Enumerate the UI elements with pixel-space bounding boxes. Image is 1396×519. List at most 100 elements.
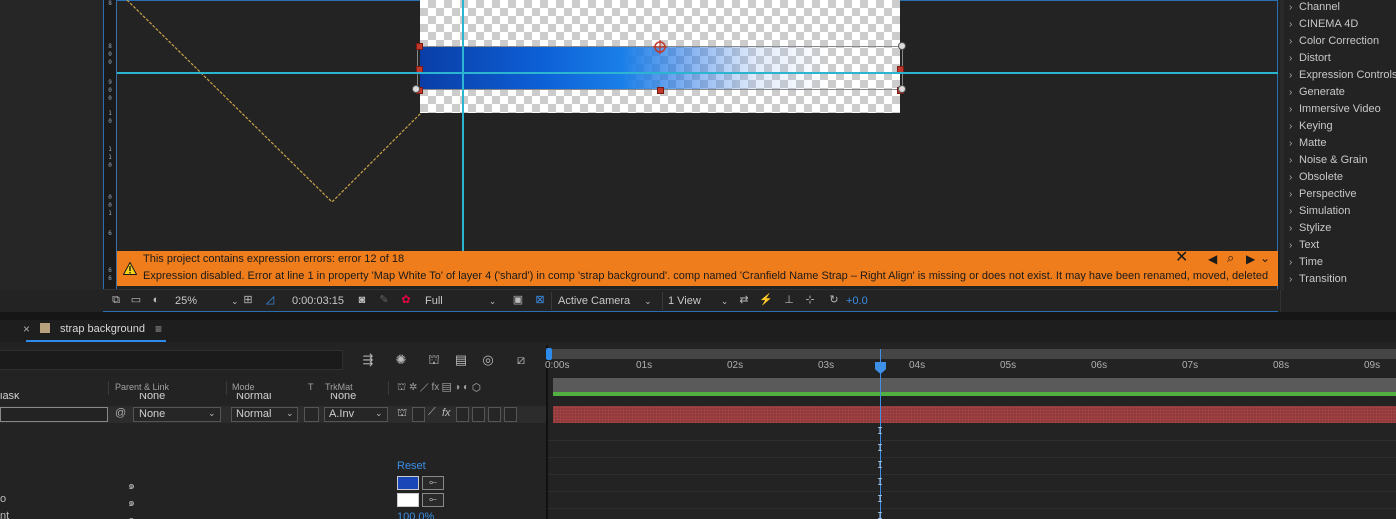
parent-link-header[interactable]: Parent & Link — [115, 382, 169, 392]
adjustment-layer-switch[interactable] — [488, 407, 501, 422]
trkmat-header[interactable]: TrkMat — [325, 382, 353, 392]
mode-dropdown[interactable]: Normal — [236, 393, 271, 401]
safe-areas-icon[interactable]: ⊞ — [241, 294, 255, 306]
layer-duration-bar[interactable] — [553, 378, 1396, 392]
channels-icon[interactable]: ✿ — [399, 294, 413, 306]
corner-handle[interactable] — [412, 85, 420, 93]
effect-category[interactable]: › Immersive Video — [1289, 103, 1381, 115]
comp-tab[interactable]: strap background — [60, 323, 145, 335]
corner-handle[interactable] — [898, 85, 906, 93]
layer-name-field[interactable] — [0, 407, 108, 422]
pick-whip-icon[interactable]: @ — [115, 407, 126, 419]
keyframe-marker-icon[interactable]: I — [877, 460, 883, 471]
monitor-icon[interactable]: ▭ — [129, 294, 143, 306]
search-icon[interactable]: ⌕ — [1227, 251, 1234, 265]
resolution-dropdown[interactable]: Full ⌄ — [425, 293, 496, 309]
effect-category[interactable]: › Text — [1289, 239, 1319, 251]
effect-category[interactable]: › Channel — [1289, 1, 1340, 13]
3d-layer-switch[interactable] — [504, 407, 517, 422]
effects-scrollbar[interactable] — [1280, 0, 1284, 290]
work-area-start-handle[interactable] — [546, 348, 552, 360]
current-time[interactable]: 0:00:03:15 — [292, 293, 344, 309]
selected-layer-duration-bar[interactable] — [553, 406, 1396, 423]
collapse-switch[interactable] — [412, 407, 425, 422]
effect-category[interactable]: › Generate — [1289, 86, 1345, 98]
frame-blending-icon[interactable]: ▤ — [453, 352, 469, 368]
frame-blend-switch[interactable] — [456, 407, 469, 422]
vertical-ruler[interactable]: 8 8 0 0 9 0 0 1 0 1 1 0 0 0 1 6 6 6 — [104, 0, 117, 290]
layer-search-input[interactable] — [0, 350, 343, 370]
expression-spiral-icon[interactable]: ๑ — [128, 476, 135, 494]
eyedropper-icon[interactable]: ⟜ — [422, 476, 444, 490]
parent-dropdown[interactable]: None — [139, 393, 165, 401]
close-tab-icon[interactable]: × — [23, 322, 30, 336]
horizontal-guide[interactable] — [117, 72, 1278, 74]
layer-duration-bar[interactable] — [553, 392, 1396, 396]
work-area-bar[interactable] — [548, 349, 1396, 359]
map-black-to-swatch[interactable] — [397, 476, 419, 490]
fast-previews-icon[interactable]: ⚡ — [759, 294, 773, 306]
tab-menu-icon[interactable]: ≡ — [155, 322, 162, 336]
transform-handle[interactable] — [416, 43, 423, 50]
reset-effect-link[interactable]: Reset — [397, 460, 426, 472]
flowchart-icon[interactable]: ⊹ — [803, 294, 817, 306]
toggle-pixel-aspect-icon[interactable]: ⇄ — [737, 294, 751, 306]
keyframe-marker-icon[interactable]: I — [877, 443, 883, 454]
effect-category[interactable]: › Obsolete — [1289, 171, 1343, 183]
expression-spiral-icon[interactable]: ๑ — [128, 510, 135, 519]
always-preview-icon[interactable]: ⧉ — [109, 294, 123, 306]
vertical-guide[interactable] — [462, 0, 464, 252]
reset-exposure-icon[interactable]: ↻ — [827, 294, 841, 306]
view-layout-dropdown[interactable]: 1 View ⌄ — [668, 293, 728, 309]
motion-blur-switch[interactable] — [472, 407, 485, 422]
hide-shy-layers-icon[interactable]: ⛫ — [426, 352, 442, 368]
effects-switch[interactable]: fx — [442, 407, 451, 419]
mode-header[interactable]: Mode — [232, 382, 255, 392]
close-icon[interactable]: ✕ — [1175, 250, 1188, 266]
effect-category[interactable]: › CINEMA 4D — [1289, 18, 1358, 30]
eyedropper-icon[interactable]: ⟜ — [422, 493, 444, 507]
preserve-transparency-checkbox[interactable] — [304, 407, 319, 422]
effect-category[interactable]: › Perspective — [1289, 188, 1356, 200]
effect-category[interactable]: › Transition — [1289, 273, 1347, 285]
timeline-icon[interactable]: ⊥ — [782, 294, 796, 306]
camera-snapshot-icon[interactable]: ◙ — [355, 294, 369, 306]
transparency-grid-icon[interactable]: ⊠ — [533, 294, 547, 306]
expression-spiral-icon[interactable]: ๑ — [128, 493, 135, 511]
next-error-icon[interactable]: ▶ — [1246, 252, 1255, 266]
mask-path-icon[interactable]: ◿ — [263, 294, 277, 306]
shy-switch-icon[interactable]: ⛫ — [397, 407, 407, 421]
effect-category[interactable]: › Noise & Grain — [1289, 154, 1367, 166]
effect-category[interactable]: › Time — [1289, 256, 1323, 268]
effect-category[interactable]: › Simulation — [1289, 205, 1350, 217]
mask-visibility-icon[interactable]: ◐ — [149, 294, 163, 306]
blend-amount-value[interactable]: 100.0% — [397, 511, 434, 519]
magnification-dropdown[interactable]: 25% ⌄ — [175, 293, 239, 309]
keyframe-marker-icon[interactable]: I — [877, 477, 883, 488]
effect-category[interactable]: › Expression Controls — [1289, 69, 1396, 81]
exposure-value[interactable]: +0.0 — [846, 293, 868, 309]
effect-category[interactable]: › Color Correction — [1289, 35, 1379, 47]
effect-category[interactable]: › Stylize — [1289, 222, 1331, 234]
keyframe-marker-icon[interactable]: I — [877, 426, 883, 437]
map-white-to-swatch[interactable] — [397, 493, 419, 507]
layer-name-partial[interactable]: lask — [0, 393, 20, 401]
motion-blur-icon[interactable]: ◎ — [480, 352, 496, 368]
previous-error-icon[interactable]: ◀ — [1208, 252, 1217, 266]
quality-switch-icon[interactable]: ⟋ — [428, 406, 436, 419]
draft-3d-icon[interactable]: ✺ — [393, 352, 409, 368]
keyframe-marker-icon[interactable]: I — [877, 511, 883, 519]
effect-category[interactable]: › Distort — [1289, 52, 1331, 64]
time-ruler[interactable] — [548, 360, 1396, 376]
chevron-down-icon[interactable]: ⌄ — [1260, 251, 1270, 265]
show-snapshot-icon[interactable]: ✎ — [377, 294, 391, 306]
comp-mini-flowchart-icon[interactable]: ⇶ — [360, 352, 376, 368]
t-header[interactable]: T — [308, 382, 314, 392]
camera-dropdown[interactable]: Active Camera ⌄ — [558, 293, 652, 309]
anchor-point-icon[interactable] — [652, 39, 668, 55]
keyframe-marker-icon[interactable]: I — [877, 494, 883, 505]
switches-header-icons[interactable]: ⛫ ✲ ⟋ fx ▤ ◑ ◐ ⬡ — [397, 382, 481, 395]
effect-category[interactable]: › Keying — [1289, 120, 1333, 132]
trkmat-dropdown[interactable]: None — [330, 393, 356, 401]
transform-handle[interactable] — [657, 87, 664, 94]
